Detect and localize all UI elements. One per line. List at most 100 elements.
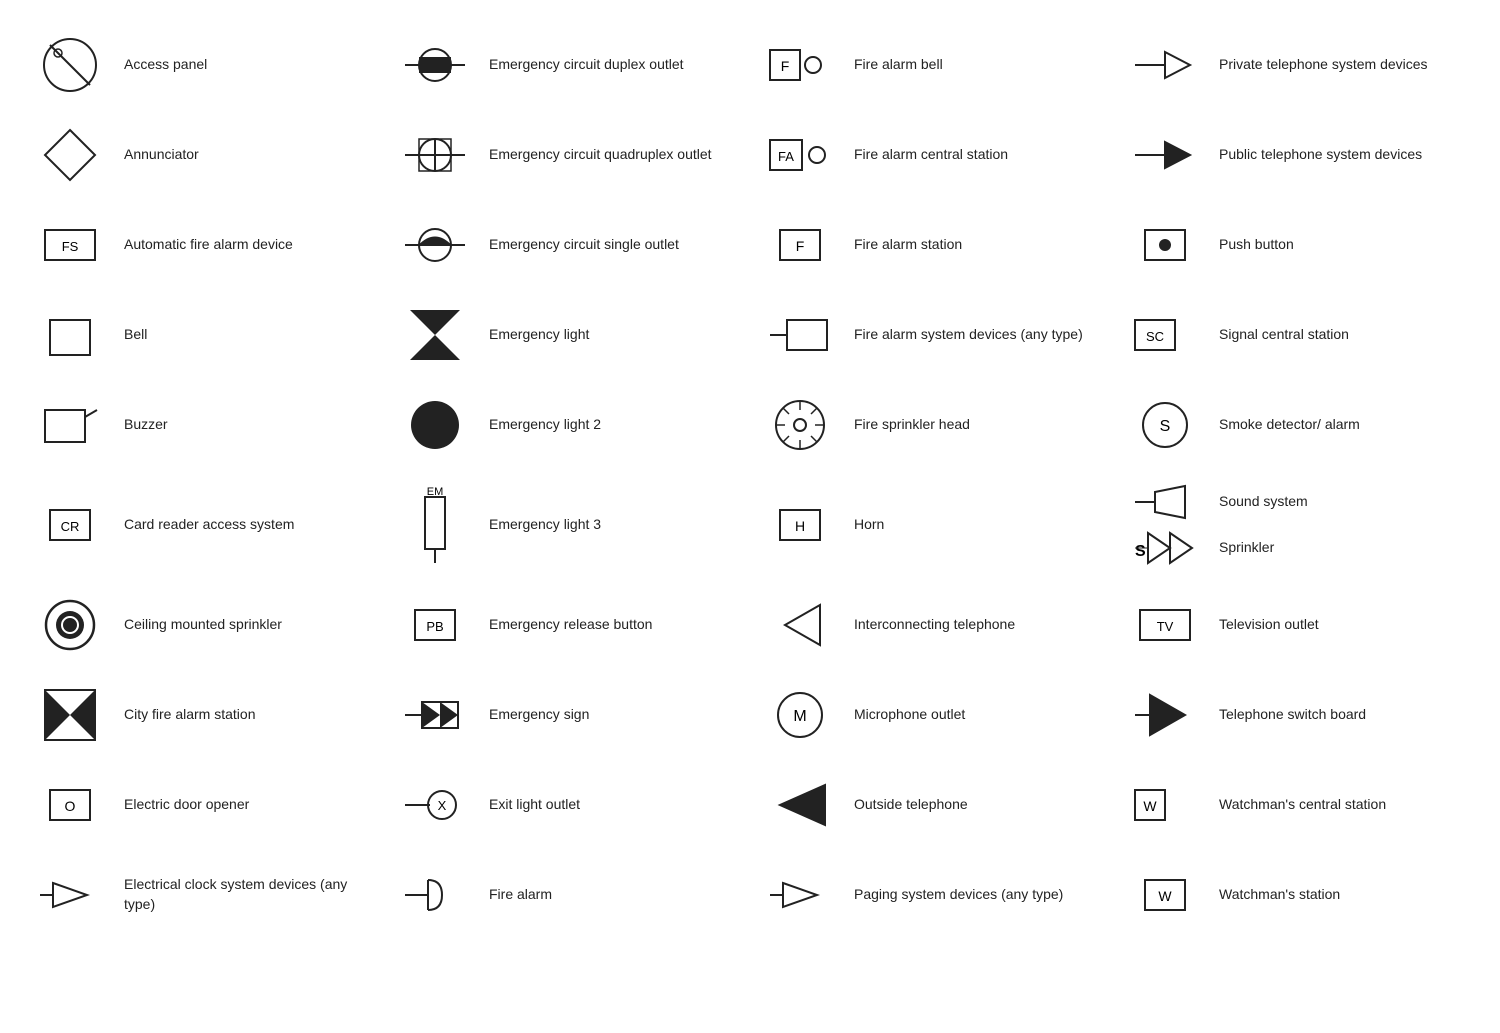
svg-text:W: W xyxy=(1143,798,1157,814)
symbol-watchmans-station: W xyxy=(1125,870,1205,920)
symbol-telephone-switchboard xyxy=(1125,685,1205,745)
item-fire-sprinkler-head: Fire sprinkler head xyxy=(750,380,1115,470)
item-fire-alarm-sys-devices: Fire alarm system devices (any type) xyxy=(750,290,1115,380)
symbol-signal-central: SC xyxy=(1125,310,1205,360)
item-outside-telephone: Outside telephone xyxy=(750,760,1115,850)
svg-text:X: X xyxy=(438,798,447,813)
item-buzzer: Buzzer xyxy=(20,380,385,470)
label-card-reader: Card reader access system xyxy=(124,515,294,535)
label-emergency-sign: Emergency sign xyxy=(489,705,589,725)
item-fire-alarm-station: F Fire alarm station xyxy=(750,200,1115,290)
symbol-annunciator xyxy=(30,125,110,185)
item-sound-sprinkler-col: Sound system S Sprinkler xyxy=(1115,470,1480,580)
symbol-electric-door-opener: O xyxy=(30,780,110,830)
label-fire-alarm-plain: Fire alarm xyxy=(489,885,552,905)
label-watchmans-station: Watchman's station xyxy=(1219,885,1340,905)
label-horn: Horn xyxy=(854,515,884,535)
item-emergency-light-2: Emergency light 2 xyxy=(385,380,750,470)
item-emergency-sign: Emergency sign xyxy=(385,670,750,760)
label-electrical-clock: Electrical clock system devices (any typ… xyxy=(124,875,375,914)
label-fire-sprinkler-head: Fire sprinkler head xyxy=(854,415,970,435)
item-microphone-outlet: M Microphone outlet xyxy=(750,670,1115,760)
symbol-electrical-clock xyxy=(30,865,110,925)
symbol-emergency-quadruplex xyxy=(395,130,475,180)
symbol-fire-alarm-sys-devices xyxy=(760,305,840,365)
label-signal-central: Signal central station xyxy=(1219,325,1349,345)
label-fire-alarm-bell: Fire alarm bell xyxy=(854,55,943,75)
label-smoke-detector: Smoke detector/ alarm xyxy=(1219,415,1360,435)
symbol-fire-alarm-plain xyxy=(395,865,475,925)
symbol-paging-system xyxy=(760,865,840,925)
item-auto-fire-alarm: FS Automatic fire alarm device xyxy=(20,200,385,290)
symbol-microphone-outlet: M xyxy=(760,685,840,745)
symbol-bell xyxy=(30,305,110,365)
item-signal-central: SC Signal central station xyxy=(1115,290,1480,380)
symbol-auto-fire-alarm: FS xyxy=(30,220,110,270)
label-access-panel: Access panel xyxy=(124,55,207,75)
label-push-button: Push button xyxy=(1219,235,1294,255)
svg-text:O: O xyxy=(65,798,76,814)
symbol-emergency-single xyxy=(395,220,475,270)
item-fire-alarm-bell: F Fire alarm bell xyxy=(750,20,1115,110)
item-annunciator: Annunciator xyxy=(20,110,385,200)
symbol-emergency-sign xyxy=(395,690,475,740)
svg-text:CR: CR xyxy=(61,519,80,534)
label-electric-door-opener: Electric door opener xyxy=(124,795,249,815)
label-sprinkler: Sprinkler xyxy=(1219,538,1274,558)
item-emergency-duplex: Emergency circuit duplex outlet xyxy=(385,20,750,110)
label-fire-alarm-central: Fire alarm central station xyxy=(854,145,1008,165)
item-emergency-single: Emergency circuit single outlet xyxy=(385,200,750,290)
label-fire-alarm-sys-devices: Fire alarm system devices (any type) xyxy=(854,325,1083,345)
item-television-outlet: TV Television outlet xyxy=(1115,580,1480,670)
symbol-private-telephone xyxy=(1125,40,1205,90)
symbol-emergency-light-3: EM xyxy=(395,485,475,565)
label-annunciator: Annunciator xyxy=(124,145,199,165)
symbol-fire-alarm-central: FA xyxy=(760,130,840,180)
label-television-outlet: Television outlet xyxy=(1219,615,1319,635)
symbol-sound-system xyxy=(1125,482,1205,522)
item-paging-system: Paging system devices (any type) xyxy=(750,850,1115,940)
label-emergency-single: Emergency circuit single outlet xyxy=(489,235,679,255)
svg-text:FA: FA xyxy=(778,149,794,164)
item-emergency-release: PB Emergency release button xyxy=(385,580,750,670)
symbol-card-reader: CR xyxy=(30,495,110,555)
label-interconnecting-tel: Interconnecting telephone xyxy=(854,615,1015,635)
label-public-telephone: Public telephone system devices xyxy=(1219,145,1422,165)
symbol-ceiling-sprinkler xyxy=(30,595,110,655)
item-fire-alarm-central: FA Fire alarm central station xyxy=(750,110,1115,200)
label-telephone-switchboard: Telephone switch board xyxy=(1219,705,1366,725)
symbol-emergency-release: PB xyxy=(395,600,475,650)
item-bell: Bell xyxy=(20,290,385,380)
label-paging-system: Paging system devices (any type) xyxy=(854,885,1063,905)
item-emergency-light-3: EM Emergency light 3 xyxy=(385,470,750,580)
label-sound-system: Sound system xyxy=(1219,492,1308,512)
label-microphone-outlet: Microphone outlet xyxy=(854,705,965,725)
svg-text:H: H xyxy=(795,518,805,534)
label-emergency-light-3: Emergency light 3 xyxy=(489,515,601,535)
label-emergency-quadruplex: Emergency circuit quadruplex outlet xyxy=(489,145,712,165)
label-exit-light-outlet: Exit light outlet xyxy=(489,795,580,815)
label-buzzer: Buzzer xyxy=(124,415,168,435)
symbol-grid: Access panel Emergency circuit duplex ou… xyxy=(20,20,1480,940)
item-access-panel: Access panel xyxy=(20,20,385,110)
item-telephone-switchboard: Telephone switch board xyxy=(1115,670,1480,760)
item-city-fire-alarm: City fire alarm station xyxy=(20,670,385,760)
item-watchmans-station: W Watchman's station xyxy=(1115,850,1480,940)
svg-text:PB: PB xyxy=(426,619,443,634)
symbol-interconnecting-tel xyxy=(760,595,840,655)
symbol-outside-telephone xyxy=(760,775,840,835)
svg-text:TV: TV xyxy=(1157,619,1174,634)
item-push-button: Push button xyxy=(1115,200,1480,290)
label-private-telephone: Private telephone system devices xyxy=(1219,55,1428,75)
svg-text:S: S xyxy=(1135,543,1146,560)
symbol-television-outlet: TV xyxy=(1125,600,1205,650)
svg-text:S: S xyxy=(1160,418,1171,435)
item-emergency-light: Emergency light xyxy=(385,290,750,380)
symbol-access-panel xyxy=(30,35,110,95)
svg-text:F: F xyxy=(781,58,790,74)
label-auto-fire-alarm: Automatic fire alarm device xyxy=(124,235,293,255)
label-fire-alarm-station: Fire alarm station xyxy=(854,235,962,255)
item-electrical-clock: Electrical clock system devices (any typ… xyxy=(20,850,385,940)
label-emergency-light: Emergency light xyxy=(489,325,589,345)
label-outside-telephone: Outside telephone xyxy=(854,795,968,815)
